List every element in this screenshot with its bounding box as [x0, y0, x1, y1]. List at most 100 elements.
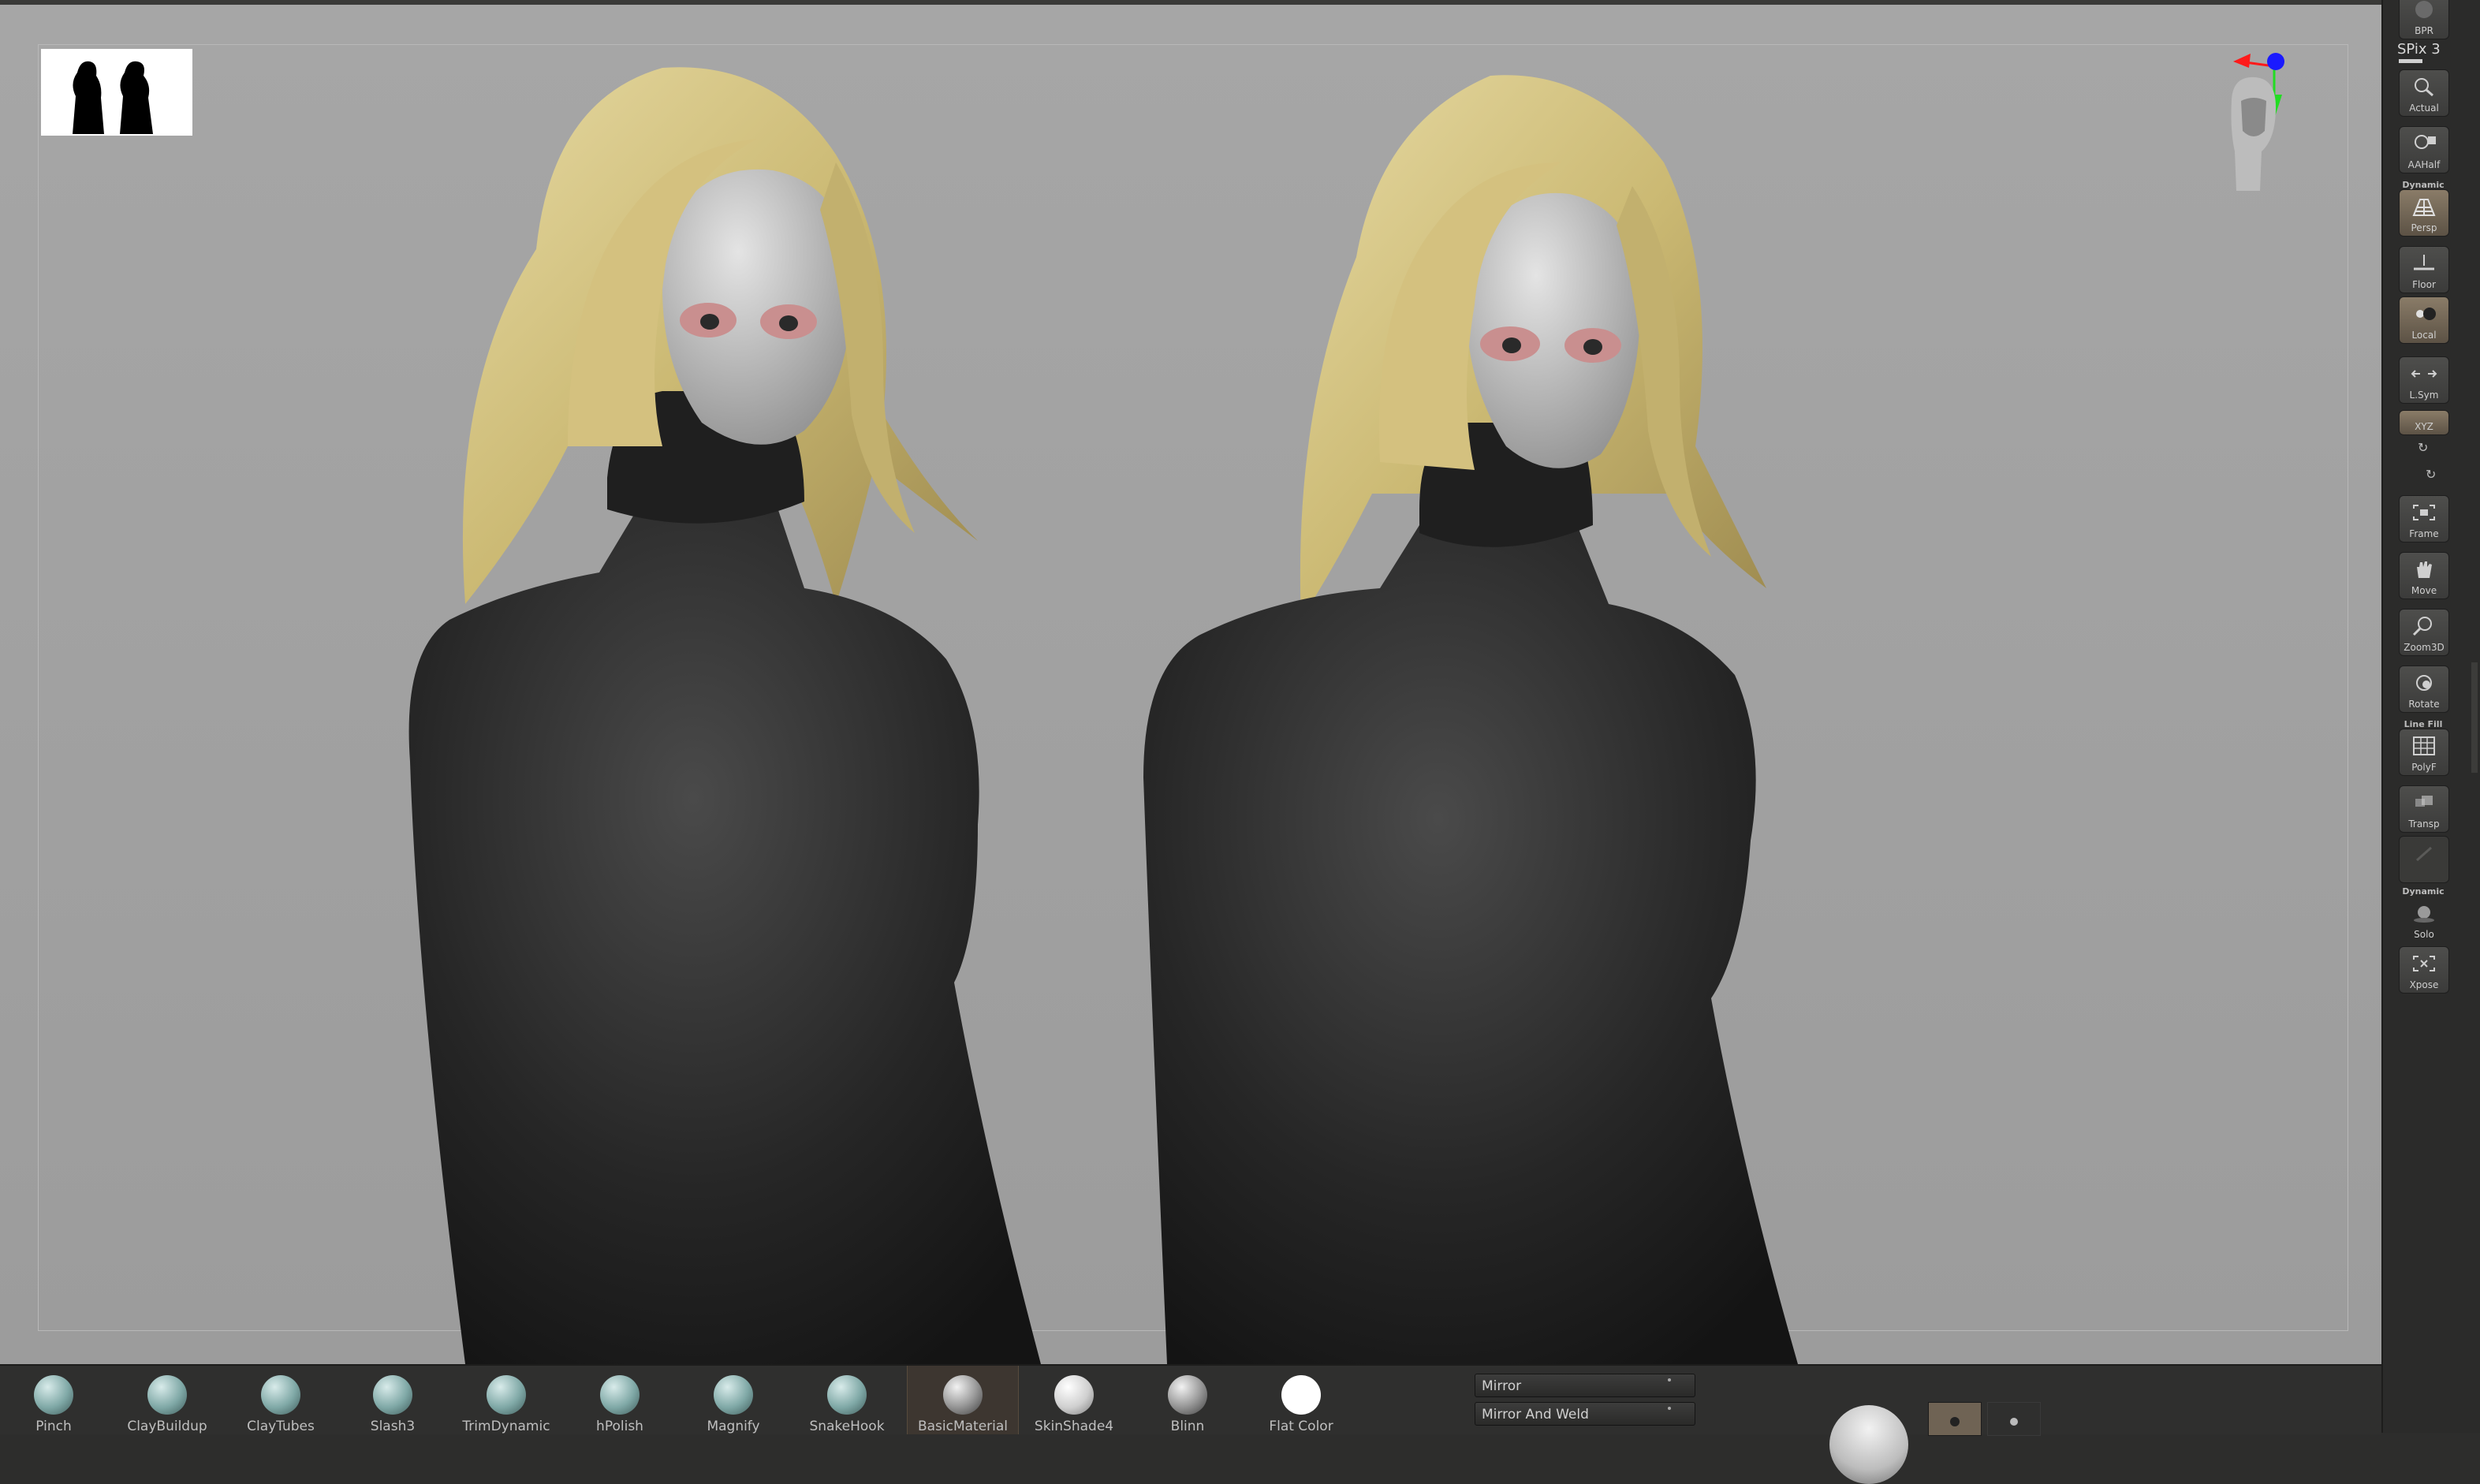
shelf-scroll-handle[interactable] — [2471, 662, 2478, 773]
polyf-button[interactable]: PolyF — [2399, 729, 2449, 776]
magnifier-icon — [2411, 76, 2437, 97]
brush-label: hPolish — [596, 1419, 643, 1434]
solo-icon — [2411, 903, 2437, 923]
hand-icon — [2411, 559, 2437, 580]
move-button[interactable]: Move — [2399, 552, 2449, 599]
material-label: SkinShade4 — [1034, 1419, 1114, 1434]
lsym-label: L.Sym — [2409, 390, 2439, 401]
xpose-button[interactable]: Xpose — [2399, 946, 2449, 994]
lsym-button[interactable]: L.Sym — [2399, 356, 2449, 404]
spix-slider[interactable] — [2399, 59, 2422, 63]
mirror-and-weld-button[interactable]: Mirror And Weld — [1475, 1402, 1695, 1426]
floor-label: Floor — [2412, 279, 2436, 290]
brush-pinch[interactable]: Pinch — [3, 1366, 104, 1434]
aahalf-button[interactable]: AAHalf — [2399, 126, 2449, 173]
material-label: Blinn — [1170, 1419, 1205, 1434]
xpose-label: Xpose — [2409, 979, 2439, 990]
material-label: BasicMaterial — [917, 1419, 1009, 1434]
frame-button[interactable]: Frame — [2399, 495, 2449, 543]
brush-label: TrimDynamic — [462, 1419, 550, 1434]
zoom3d-button[interactable]: Zoom3D — [2399, 609, 2449, 656]
mirror-button[interactable]: Mirror — [1475, 1374, 1695, 1397]
sculpt-figure-right — [1143, 75, 1798, 1364]
floor-icon — [2411, 253, 2437, 274]
frame-icon — [2411, 502, 2437, 523]
actual-button[interactable]: Actual — [2399, 69, 2449, 117]
matcap-sphere-icon[interactable] — [1829, 1405, 1908, 1484]
slash3-brush-icon — [373, 1375, 412, 1415]
transparency-icon — [2411, 792, 2437, 813]
material-basicmaterial[interactable]: BasicMaterial — [907, 1366, 1019, 1434]
ghost-icon — [2411, 843, 2437, 863]
brush-snakehook[interactable]: SnakeHook — [796, 1366, 897, 1434]
rotate-button[interactable]: Rotate — [2399, 666, 2449, 713]
snakehook-brush-icon — [827, 1375, 867, 1415]
local-button[interactable]: Local — [2399, 296, 2449, 344]
ghost-button[interactable] — [2399, 836, 2449, 883]
material-flatcolor[interactable]: Flat Color — [1251, 1366, 1352, 1434]
brush-hpolish[interactable]: hPolish — [569, 1366, 670, 1434]
zoom3d-icon — [2411, 616, 2437, 636]
move-label: Move — [2411, 585, 2437, 596]
material-label: Flat Color — [1269, 1419, 1333, 1434]
solo-label: Solo — [2414, 929, 2434, 940]
solo-button[interactable]: Solo — [2399, 896, 2449, 943]
skinshade4-sphere-icon — [1054, 1375, 1094, 1415]
transp-button[interactable]: Transp — [2399, 785, 2449, 833]
zoom3d-label: Zoom3D — [2404, 642, 2445, 653]
mirror-and-weld-label: Mirror And Weld — [1482, 1407, 1589, 1422]
xyz-label: XYZ — [2415, 421, 2433, 432]
silhouette-thumbnail — [41, 49, 192, 136]
persp-button[interactable]: Persp — [2399, 189, 2449, 237]
spix-label[interactable]: SPix 3 — [2397, 41, 2441, 58]
basicmaterial-sphere-icon — [943, 1375, 983, 1415]
bpr-label: BPR — [2415, 25, 2433, 36]
perspective-grid-icon — [2411, 196, 2437, 217]
claytubes-brush-icon — [261, 1375, 300, 1415]
floor-button[interactable]: Floor — [2399, 246, 2449, 293]
brush-label: Pinch — [35, 1419, 72, 1434]
brush-claybuildup[interactable]: ClayBuildup — [117, 1366, 218, 1434]
aahalf-label: AAHalf — [2407, 159, 2441, 170]
frame-label: Frame — [2409, 528, 2439, 539]
magnify-brush-icon — [714, 1375, 753, 1415]
material-skinshade4[interactable]: SkinShade4 — [1024, 1366, 1124, 1434]
brush-label: ClayBuildup — [127, 1419, 207, 1434]
mirror-label: Mirror — [1482, 1378, 1522, 1394]
bpr-icon — [2411, 0, 2437, 20]
brush-label: ClayTubes — [247, 1419, 315, 1434]
alpha-slot-button[interactable] — [1928, 1402, 1982, 1436]
rotate-label: Rotate — [2408, 699, 2440, 710]
orientation-gizmo-icon[interactable] — [2224, 44, 2318, 194]
canvas-viewport[interactable] — [0, 5, 2381, 1364]
xyz-button[interactable]: XYZ — [2399, 410, 2449, 435]
symmetry-icon — [2411, 364, 2437, 384]
brush-magnify[interactable]: Magnify — [683, 1366, 784, 1434]
xpose-icon — [2411, 953, 2437, 974]
bpr-button[interactable]: BPR — [2399, 0, 2449, 39]
trimdynamic-brush-icon — [487, 1375, 526, 1415]
texture-slot-button[interactable] — [1987, 1402, 2041, 1436]
persp-label: Persp — [2411, 222, 2437, 233]
blinn-sphere-icon — [1168, 1375, 1207, 1415]
brush-claytubes[interactable]: ClayTubes — [230, 1366, 331, 1434]
local-icon — [2411, 304, 2437, 324]
mirror-and-weld-indicator-icon — [1668, 1407, 1671, 1410]
mirror-indicator-icon — [1668, 1378, 1671, 1381]
polyframe-icon — [2411, 736, 2437, 756]
rotate-axis-icon[interactable]: ↻ — [2418, 440, 2428, 455]
hpolish-brush-icon — [600, 1375, 640, 1415]
transp-label: Transp — [2408, 818, 2440, 830]
actual-label: Actual — [2409, 103, 2439, 114]
material-blinn[interactable]: Blinn — [1137, 1366, 1238, 1434]
sculpt-figure-left — [408, 67, 1041, 1364]
rotate-axis-alt-icon[interactable]: ↻ — [2426, 467, 2436, 482]
brush-slash3[interactable]: Slash3 — [342, 1366, 443, 1434]
magnifier-half-icon — [2411, 133, 2437, 154]
brush-label: Slash3 — [370, 1419, 416, 1434]
brush-trimdynamic[interactable]: TrimDynamic — [456, 1366, 557, 1434]
brush-label: Magnify — [707, 1419, 760, 1434]
brush-label: SnakeHook — [809, 1419, 885, 1434]
bottom-shelf: Pinch ClayBuildup ClayTubes Slash3 TrimD… — [0, 1364, 2381, 1484]
polyf-label: PolyF — [2411, 762, 2437, 773]
